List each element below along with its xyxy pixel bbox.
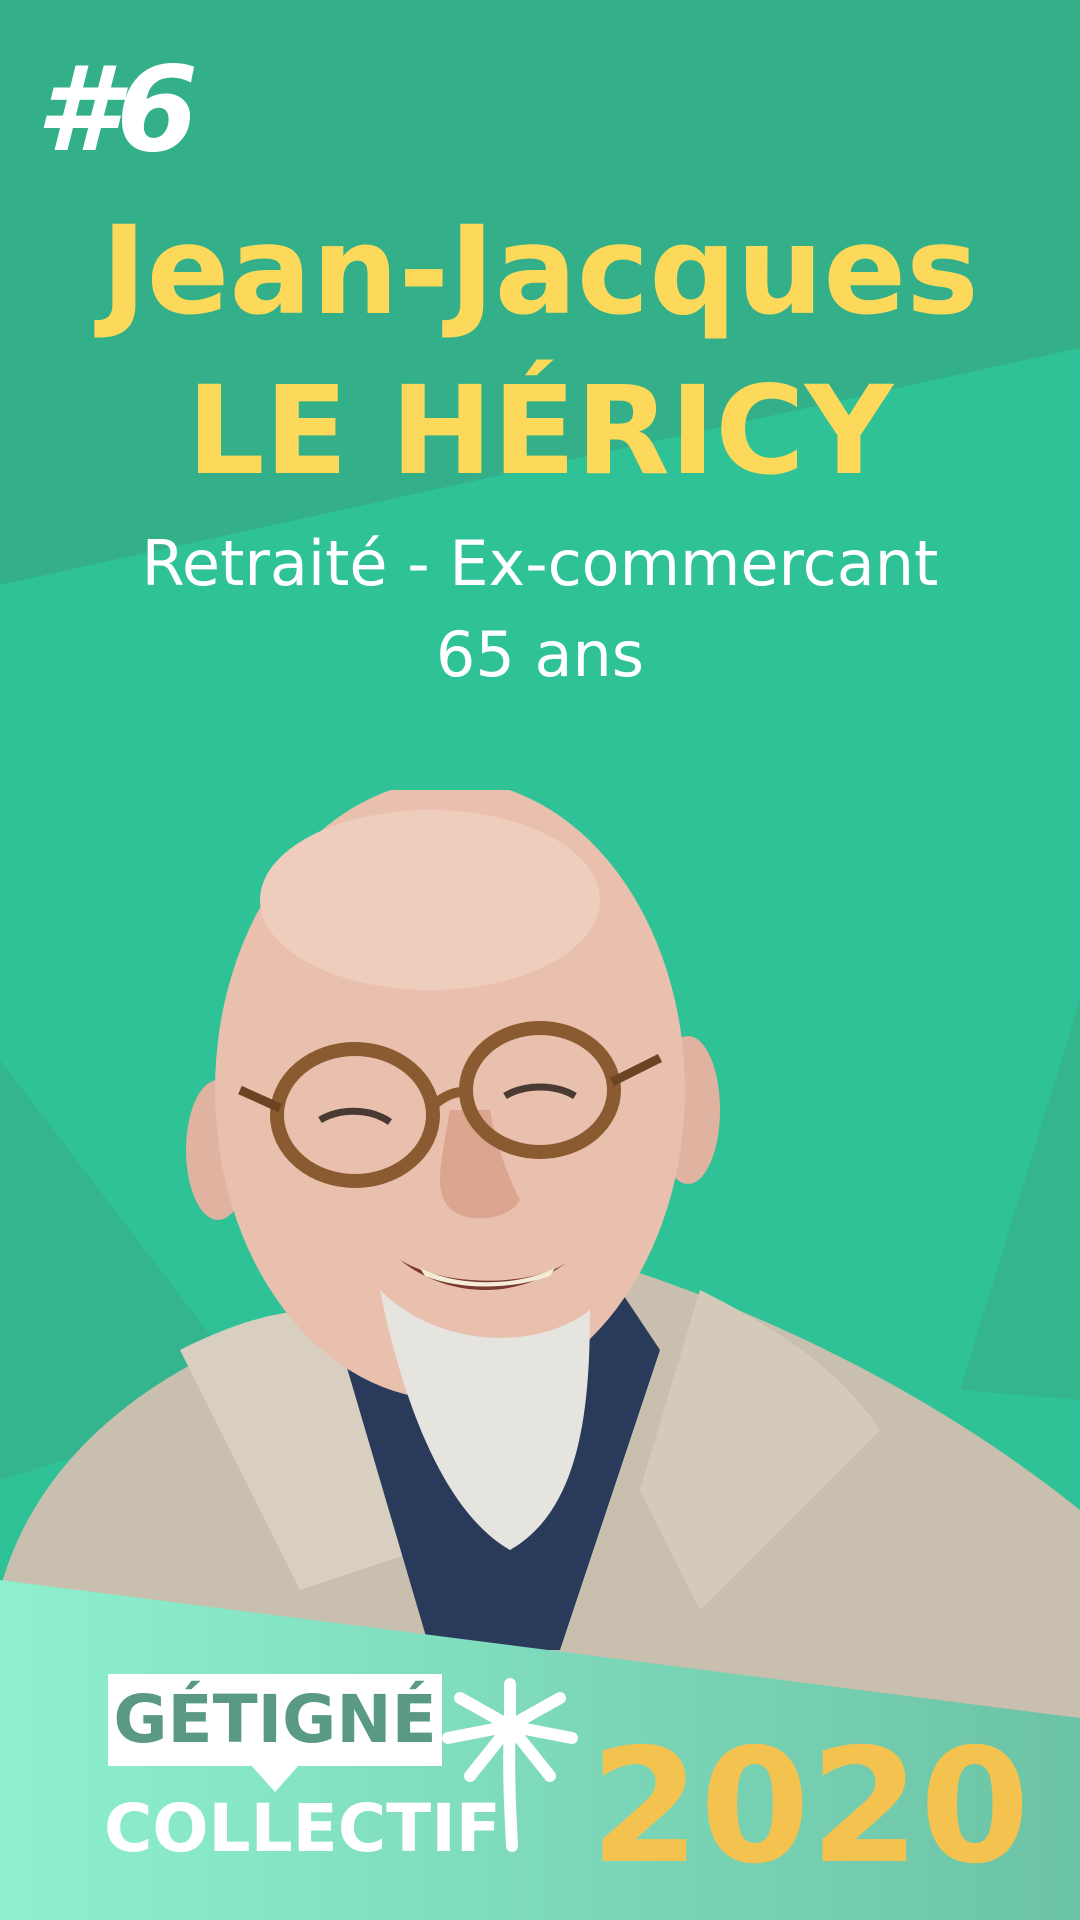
candidate-card: #6 Jean-Jacques LE HÉRICY Retraité - Ex-… (0, 0, 1080, 1920)
candidate-age: 65 ans (435, 618, 645, 691)
palm-tree-icon (442, 1678, 578, 1852)
candidate-rank-badge: #6 (36, 40, 198, 178)
campaign-year: 2020 (590, 1715, 1030, 1899)
candidate-last-name: LE HÉRICY (186, 360, 894, 502)
candidate-first-name: Jean-Jacques (101, 200, 979, 342)
logo-line-getigne: GÉTIGNÉ (113, 1681, 437, 1758)
candidate-profession: Retraité - Ex-commercant (141, 527, 939, 600)
candidate-photo (0, 790, 1080, 1730)
